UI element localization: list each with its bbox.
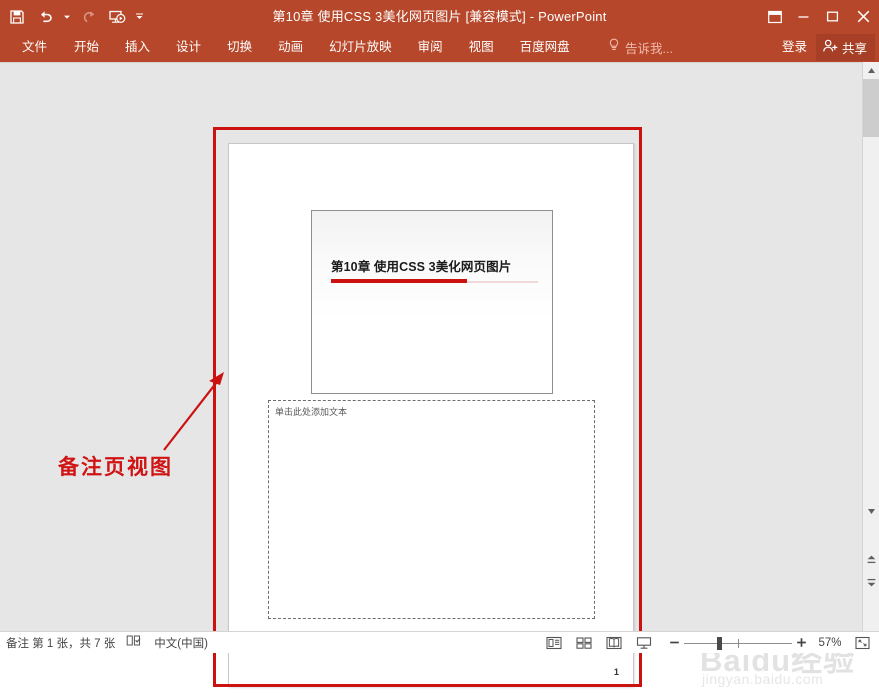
- next-slide-button[interactable]: [863, 574, 879, 591]
- quick-access-toolbar: [4, 0, 146, 33]
- zoom-control: 57%: [665, 633, 875, 653]
- scroll-up-button[interactable]: [863, 62, 879, 79]
- share-label: 共享: [841, 42, 867, 56]
- view-slide-sorter-icon[interactable]: [569, 633, 599, 653]
- redo-icon[interactable]: [76, 4, 102, 30]
- annotation-arrow-icon: [163, 372, 224, 451]
- notes-page-sheet[interactable]: 第10章 使用CSS 3美化网页图片 单击此处添加文本 1: [228, 143, 634, 687]
- tab-insert[interactable]: 插入: [112, 33, 163, 62]
- tab-design[interactable]: 设计: [163, 33, 214, 62]
- close-icon[interactable]: [847, 0, 879, 33]
- customize-qat-icon[interactable]: [132, 4, 146, 30]
- scroll-down-button[interactable]: [863, 503, 879, 520]
- notes-placeholder-label: 单击此处添加文本: [275, 407, 348, 417]
- status-bar-left: 备注 第 1 张，共 7 张 中文(中国): [6, 634, 208, 652]
- share-person-icon: [822, 39, 838, 56]
- ribbon-tabs: 文件 开始 插入 设计 切换 动画 幻灯片放映 审阅 视图 百度网盘: [8, 33, 583, 62]
- watermark-sub-text: jingyan.baidu.com: [702, 671, 824, 687]
- tab-baidu-netdisk[interactable]: 百度网盘: [507, 33, 583, 62]
- share-button[interactable]: 共享: [815, 34, 875, 61]
- view-reading-icon[interactable]: [599, 633, 629, 653]
- window-controls: [760, 0, 879, 33]
- accessibility-icon[interactable]: [126, 634, 143, 652]
- zoom-slider-handle[interactable]: [717, 636, 722, 650]
- tell-me-label: 告诉我...: [625, 42, 673, 56]
- previous-slide-button[interactable]: [863, 551, 879, 568]
- annotation-label: 备注页视图: [58, 455, 173, 479]
- ribbon-tab-bar: 文件 开始 插入 设计 切换 动画 幻灯片放映 审阅 视图 百度网盘 告诉我..…: [0, 33, 879, 62]
- zoom-out-button[interactable]: [665, 633, 684, 653]
- tab-file[interactable]: 文件: [8, 33, 61, 62]
- fit-to-window-icon[interactable]: [849, 633, 875, 653]
- language-status[interactable]: 中文(中国): [154, 635, 208, 651]
- tab-transitions[interactable]: 切换: [214, 33, 265, 62]
- minimize-icon[interactable]: [789, 0, 818, 33]
- view-normal-icon[interactable]: [539, 633, 569, 653]
- tell-me-box[interactable]: 告诉我...: [608, 33, 673, 62]
- ribbon-display-options-icon[interactable]: [760, 0, 789, 33]
- chevron-down-icon[interactable]: [60, 4, 74, 30]
- view-slideshow-icon[interactable]: [629, 633, 659, 653]
- status-bar: 备注 第 1 张，共 7 张 中文(中国) 57%: [0, 631, 879, 653]
- start-slideshow-icon[interactable]: [104, 4, 130, 30]
- ribbon-right-group: 登录 共享: [775, 33, 875, 62]
- tab-view[interactable]: 视图: [456, 33, 507, 62]
- scrollbar-thumb[interactable]: [863, 79, 879, 137]
- tab-review[interactable]: 审阅: [405, 33, 456, 62]
- page-number: 1: [613, 667, 619, 678]
- vertical-scrollbar[interactable]: [862, 62, 879, 631]
- maximize-icon[interactable]: [818, 0, 847, 33]
- zoom-in-button[interactable]: [792, 633, 811, 653]
- save-icon[interactable]: [4, 4, 30, 30]
- title-bar: 第10章 使用CSS 3美化网页图片 [兼容模式] - PowerPoint: [0, 0, 879, 33]
- notes-page-work-area[interactable]: 第10章 使用CSS 3美化网页图片 单击此处添加文本 1 备注页视图 Baid…: [0, 62, 879, 687]
- slide-image[interactable]: 第10章 使用CSS 3美化网页图片: [311, 210, 553, 394]
- tab-animations[interactable]: 动画: [265, 33, 316, 62]
- zoom-slider-midpoint: [738, 638, 739, 648]
- slide-title: 第10章 使用CSS 3美化网页图片: [331, 260, 512, 274]
- sign-in-button[interactable]: 登录: [775, 36, 814, 59]
- scrollbar-track[interactable]: [863, 137, 879, 503]
- tab-home[interactable]: 开始: [61, 33, 112, 62]
- lightbulb-icon: [608, 38, 620, 57]
- notes-text-placeholder[interactable]: 单击此处添加文本: [268, 400, 595, 619]
- slide-title-rule: [331, 279, 467, 283]
- status-bar-right: 57%: [539, 633, 875, 653]
- zoom-level-label[interactable]: 57%: [811, 637, 849, 649]
- undo-icon[interactable]: [32, 4, 58, 30]
- tab-slideshow[interactable]: 幻灯片放映: [316, 33, 405, 62]
- zoom-slider[interactable]: [684, 633, 792, 653]
- slide-count-status[interactable]: 备注 第 1 张，共 7 张: [6, 635, 115, 651]
- powerpoint-window: 第10章 使用CSS 3美化网页图片 [兼容模式] - PowerPoint 文…: [0, 0, 879, 687]
